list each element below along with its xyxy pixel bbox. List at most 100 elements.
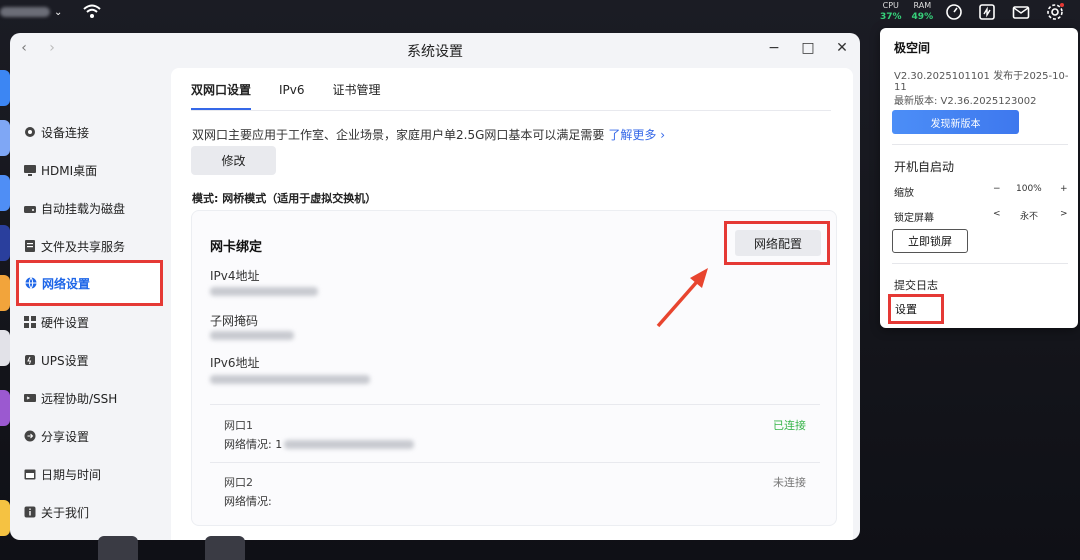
wifi-icon[interactable] bbox=[82, 2, 102, 20]
desktop-app-tile[interactable] bbox=[0, 500, 10, 536]
port-1-detail-label: 网络情况: bbox=[224, 438, 272, 451]
file-icon bbox=[24, 240, 36, 252]
user-name-redacted bbox=[0, 7, 50, 17]
sidebar-item-device-connect[interactable]: 设备连接 bbox=[24, 119, 89, 145]
sidebar-item-file-share[interactable]: 文件及共享服务 bbox=[24, 233, 125, 259]
lock-value: 永不 bbox=[1020, 212, 1039, 222]
port-divider bbox=[210, 404, 820, 405]
close-button[interactable]: ✕ bbox=[834, 40, 850, 56]
disk-icon bbox=[24, 202, 36, 214]
intro-description: 双网口主要应用于工作室、企业场景，家庭用户单2.5G网口基本可以满足需要 bbox=[192, 128, 605, 142]
subnet-label: 子网掩码 bbox=[210, 314, 259, 328]
sidebar-item-hardware[interactable]: 硬件设置 bbox=[24, 309, 89, 335]
lock-now-button[interactable]: 立即锁屏 bbox=[892, 229, 968, 253]
grid-icon bbox=[24, 316, 36, 328]
sidebar-item-label: 文件及共享服务 bbox=[41, 239, 126, 254]
current-version: V2.30.2025101101 发布于2025-10-11 bbox=[894, 71, 1069, 93]
desktop-app-tile[interactable] bbox=[0, 120, 10, 156]
sidebar-item-label: 网络设置 bbox=[42, 276, 91, 291]
sidebar-item-about[interactable]: 关于我们 bbox=[24, 499, 89, 525]
tab-certificates[interactable]: 证书管理 bbox=[333, 80, 381, 110]
settings-item[interactable]: 设置 bbox=[895, 301, 917, 317]
tab-dual-port[interactable]: 双网口设置 bbox=[191, 80, 252, 110]
lock-next-button[interactable]: > bbox=[1060, 209, 1068, 219]
port-divider bbox=[210, 462, 820, 463]
user-switcher[interactable]: ⌄ bbox=[0, 4, 62, 20]
popup-divider bbox=[892, 263, 1068, 264]
ram-metric: RAM 49% bbox=[912, 1, 934, 22]
desktop-app-tile[interactable] bbox=[0, 390, 10, 426]
port-2-detail-label: 网络情况: bbox=[224, 495, 272, 508]
nic-binding-title: 网卡绑定 bbox=[210, 240, 263, 255]
sidebar-item-label: 自动挂载为磁盘 bbox=[41, 201, 126, 216]
ipv6-label: IPv6地址 bbox=[210, 356, 260, 370]
mail-icon[interactable] bbox=[1011, 2, 1031, 22]
sidebar-item-network[interactable]: 网络设置 bbox=[16, 260, 163, 306]
remote-icon bbox=[24, 392, 36, 404]
port-2-status: 未连接 bbox=[773, 476, 806, 489]
sidebar-item-hdmi[interactable]: HDMI桌面 bbox=[24, 157, 97, 183]
tab-ipv6[interactable]: IPv6 bbox=[279, 80, 305, 110]
window-titlebar: ‹ › 系统设置 − □ ✕ bbox=[10, 33, 860, 66]
ipv6-value-redacted bbox=[210, 375, 370, 384]
calendar-icon bbox=[24, 468, 36, 480]
zoom-decrease-button[interactable]: − bbox=[993, 184, 1001, 194]
popup-divider bbox=[892, 144, 1068, 145]
desktop-app-tile[interactable] bbox=[0, 330, 10, 366]
ipv4-label: IPv4地址 bbox=[210, 269, 260, 283]
desktop-app-tile[interactable] bbox=[0, 175, 10, 211]
ups-icon bbox=[24, 354, 36, 366]
intro-text: 双网口主要应用于工作室、企业场景，家庭用户单2.5G网口基本可以满足需要 了解更多… bbox=[192, 126, 665, 143]
popup-title: 极空间 bbox=[894, 41, 931, 55]
sidebar-item-share[interactable]: 分享设置 bbox=[24, 423, 89, 449]
network-config-button[interactable]: 网络配置 bbox=[735, 230, 821, 256]
maximize-button[interactable]: □ bbox=[800, 40, 816, 56]
update-button[interactable]: 发现新版本 bbox=[892, 110, 1019, 134]
sidebar-item-label: 远程协助/SSH bbox=[41, 391, 118, 406]
ipv4-value-redacted bbox=[210, 287, 318, 296]
window-title: 系统设置 bbox=[407, 44, 463, 60]
port-1-detail-value: 1 bbox=[275, 438, 283, 451]
zoom-label: 缩放 bbox=[894, 188, 914, 199]
desktop-app-tile[interactable] bbox=[0, 70, 10, 106]
desktop-app-tile[interactable] bbox=[0, 225, 10, 261]
gauge-icon[interactable] bbox=[944, 2, 964, 22]
dock-item[interactable] bbox=[205, 536, 245, 560]
monitor-icon[interactable] bbox=[977, 2, 997, 22]
sidebar-item-ups[interactable]: UPS设置 bbox=[24, 347, 89, 373]
sidebar-item-label: HDMI桌面 bbox=[41, 163, 98, 178]
network-config-highlight: 网络配置 bbox=[724, 221, 830, 265]
modify-button[interactable]: 修改 bbox=[191, 146, 276, 175]
desktop-app-tile[interactable] bbox=[0, 275, 10, 311]
network-settings-panel: 双网口设置 IPv6 证书管理 双网口主要应用于工作室、企业场景，家庭用户单2.… bbox=[171, 68, 853, 540]
minimize-button[interactable]: − bbox=[766, 40, 782, 56]
learn-more-link[interactable]: 了解更多 › bbox=[608, 128, 665, 142]
port-1-detail: 网络情况: 1 bbox=[224, 436, 282, 452]
share-icon bbox=[24, 430, 36, 442]
sidebar-item-datetime[interactable]: 日期与时间 bbox=[24, 461, 101, 487]
sidebar-item-label: UPS设置 bbox=[41, 353, 89, 368]
port-1-detail-redacted bbox=[284, 440, 414, 449]
link-icon bbox=[24, 126, 36, 138]
desktop-edge bbox=[0, 70, 10, 536]
settings-sidebar: 设备连接 HDMI桌面 自动挂载为磁盘 文件及共享服务 网络设置 硬件设置 UP… bbox=[10, 66, 170, 540]
settings-highlight: 设置 bbox=[888, 294, 944, 324]
zoom-increase-button[interactable]: + bbox=[1060, 184, 1068, 194]
autostart-item[interactable]: 开机自启动 bbox=[894, 158, 954, 175]
dock-item[interactable] bbox=[98, 536, 138, 560]
network-mode-label: 模式: 网桥模式（适用于虚拟交换机） bbox=[192, 192, 377, 205]
gear-icon[interactable] bbox=[1045, 2, 1065, 22]
globe-icon bbox=[25, 277, 37, 289]
submit-log-item[interactable]: 提交日志 bbox=[894, 277, 938, 293]
sidebar-item-label: 硬件设置 bbox=[41, 315, 90, 330]
ram-value: 49% bbox=[911, 12, 934, 22]
annotation-arrow bbox=[656, 268, 708, 328]
latest-version: 最新版本: V2.36.2025123002 bbox=[894, 96, 1037, 107]
nic-binding-card: 网卡绑定 网络配置 IPv4地址 子网掩码 IPv6地址 网口1 已连接 网络情… bbox=[191, 210, 837, 526]
sidebar-item-label: 日期与时间 bbox=[41, 467, 102, 482]
port-2-name: 网口2 bbox=[224, 476, 253, 489]
sidebar-item-remote-ssh[interactable]: 远程协助/SSH bbox=[24, 385, 117, 411]
lock-prev-button[interactable]: < bbox=[993, 209, 1001, 219]
ram-label: RAM bbox=[913, 1, 932, 10]
sidebar-item-automount[interactable]: 自动挂载为磁盘 bbox=[24, 195, 125, 221]
